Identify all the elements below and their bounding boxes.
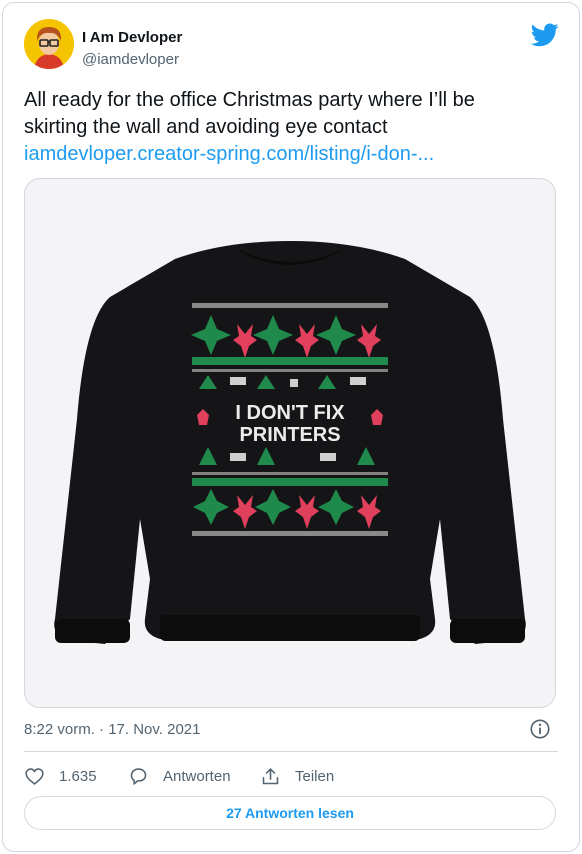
tweet-header: I Am Devloper @iamdevloper — [24, 19, 559, 75]
read-replies-button[interactable]: 27 Antworten lesen — [24, 796, 556, 830]
share-icon — [262, 767, 279, 784]
action-bar: 1.635 Antworten Teilen — [24, 763, 558, 789]
sweater-slogan-line-2: PRINTERS — [239, 424, 340, 446]
avatar[interactable] — [24, 19, 74, 69]
reply-button[interactable]: Antworten — [128, 763, 231, 789]
tweet-timestamp[interactable]: 8:22 vorm. · 17. Nov. 2021 — [24, 721, 200, 738]
tweet-media[interactable]: I DON'T FIX PRINTERS — [24, 178, 556, 708]
like-count: 1.635 — [59, 767, 97, 785]
author-name[interactable]: I Am Devloper — [82, 29, 182, 46]
tweet-link[interactable]: iamdevloper.creator-spring.com/listing/i… — [24, 141, 544, 168]
reply-label: Antworten — [163, 767, 231, 785]
author-handle[interactable]: @iamdevloper — [82, 51, 179, 68]
share-label: Teilen — [295, 767, 335, 785]
twitter-bird-icon[interactable] — [531, 23, 559, 47]
tweet-text-line-1: All ready for the office Christmas party… — [24, 89, 475, 111]
share-button[interactable]: Teilen — [260, 763, 334, 789]
tweet-text-line-2: skirting the wall and avoiding eye conta… — [24, 116, 388, 138]
like-button[interactable]: 1.635 — [24, 763, 97, 789]
sweater-image: I DON'T FIX PRINTERS — [54, 241, 526, 644]
avatar-illustration — [24, 19, 74, 69]
divider — [24, 751, 558, 752]
tweet-text: All ready for the office Christmas party… — [24, 87, 544, 168]
reply-icon — [130, 767, 147, 785]
info-icon[interactable] — [529, 718, 551, 740]
heart-icon — [25, 767, 44, 785]
tweet-card: I Am Devloper @iamdevloper All ready for… — [2, 2, 580, 852]
sweater-slogan-line-1: I DON'T FIX — [235, 402, 345, 424]
